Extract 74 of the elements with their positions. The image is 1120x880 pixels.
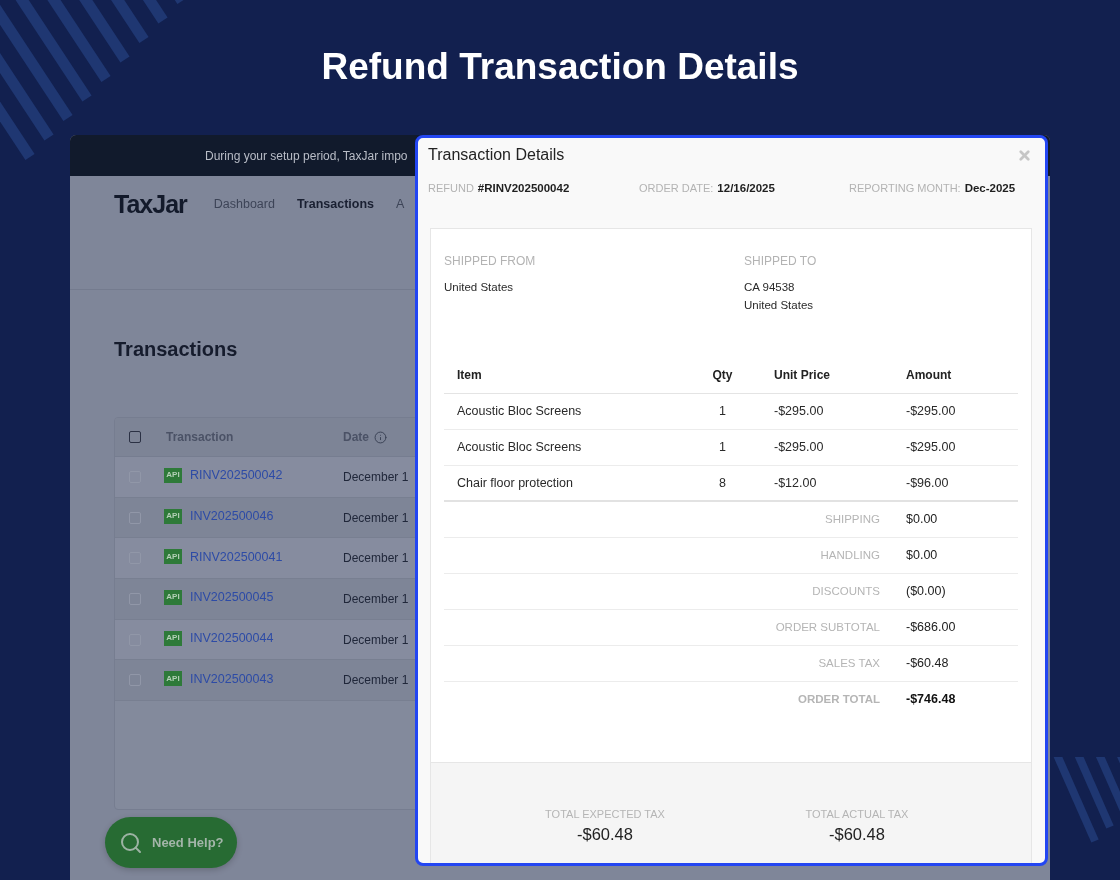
- date-text: December 1: [343, 591, 409, 606]
- column-header: Item: [444, 357, 695, 393]
- table-cell: -$295.00: [750, 429, 882, 465]
- meta-label: REPORTING MONTH:: [849, 181, 961, 195]
- table-cell: -$96.00: [882, 465, 1018, 501]
- table-cell: 1: [695, 393, 750, 429]
- close-icon: [1017, 147, 1032, 163]
- table-cell: 1: [695, 429, 750, 465]
- table-cell: -$295.00: [750, 393, 882, 429]
- page-heading: Transactions: [114, 337, 238, 361]
- meta-value: #RINV202500042: [477, 181, 570, 195]
- total-label: TOTAL EXPECTED TAX: [545, 807, 665, 821]
- table-cell: -$295.00: [882, 393, 1018, 429]
- summary-value: ($0.00): [882, 573, 1018, 609]
- meta-label: REFUND: [428, 181, 474, 195]
- total-value: -$60.48: [577, 824, 633, 845]
- summary-value: -$60.48: [882, 645, 1018, 681]
- transaction-link[interactable]: RINV202500041: [190, 549, 283, 564]
- table-cell: 8: [695, 465, 750, 501]
- transaction-link[interactable]: RINV202500042: [190, 468, 283, 483]
- address-label: SHIPPED TO: [744, 254, 817, 268]
- need-help-button[interactable]: Need Help?: [105, 817, 237, 868]
- address-line: United States: [444, 280, 514, 295]
- summary-value: -$746.48: [882, 681, 1018, 717]
- address-label: SHIPPED FROM: [444, 254, 536, 268]
- page-title: Refund Transaction Details: [321, 44, 799, 89]
- source-badge: API: [164, 508, 182, 524]
- summary-value: $0.00: [882, 537, 1018, 573]
- column-header: Amount: [882, 357, 1018, 393]
- address-line: CA 94538: [744, 280, 795, 295]
- meta-value: Dec-2025: [964, 181, 1016, 195]
- select-all-checkbox[interactable]: [129, 431, 141, 443]
- summary-label: DISCOUNTS: [444, 573, 882, 609]
- address-line: United States: [744, 298, 814, 313]
- source-badge: API: [164, 467, 182, 483]
- table-cell: Acoustic Bloc Screens: [444, 429, 695, 465]
- total-label: TOTAL ACTUAL TAX: [805, 807, 909, 821]
- date-text: December 1: [343, 510, 409, 525]
- meta-value: 12/16/2025: [717, 181, 775, 195]
- summary-label: SHIPPING: [444, 501, 882, 537]
- table-cell: -$12.00: [750, 465, 882, 501]
- close-button[interactable]: [1017, 147, 1032, 163]
- info-icon: [374, 430, 387, 444]
- transaction-link[interactable]: INV202500043: [190, 671, 274, 686]
- summary-label: ORDER TOTAL: [444, 681, 882, 717]
- summary-label: HANDLING: [444, 537, 882, 573]
- date-text: December 1: [343, 551, 409, 566]
- source-badge: API: [164, 589, 182, 605]
- brand-logo: TaxJar: [114, 189, 187, 219]
- date-text: December 1: [343, 673, 409, 688]
- summary-label: SALES TAX: [444, 645, 882, 681]
- table-cell: Acoustic Bloc Screens: [444, 393, 695, 429]
- nav-link[interactable]: Dashboard: [213, 197, 275, 211]
- source-badge: API: [164, 671, 182, 687]
- nav-link[interactable]: A: [396, 197, 405, 211]
- table-cell: Chair floor protection: [444, 465, 695, 501]
- column-header: Unit Price: [750, 357, 882, 393]
- summary-label: ORDER SUBTOTAL: [444, 609, 882, 645]
- column-header: Qty: [695, 357, 750, 393]
- source-badge: API: [164, 549, 182, 565]
- search-icon: [119, 830, 143, 855]
- date-text: December 1: [343, 632, 409, 647]
- date-text: December 1: [343, 469, 409, 484]
- total-value: -$60.48: [829, 824, 885, 845]
- transaction-link[interactable]: INV202500045: [190, 590, 274, 605]
- transaction-link[interactable]: INV202500046: [190, 509, 274, 524]
- summary-value: $0.00: [882, 501, 1018, 537]
- nav-link[interactable]: Transactions: [296, 197, 375, 211]
- transaction-link[interactable]: INV202500044: [190, 631, 274, 646]
- meta-label: ORDER DATE:: [639, 181, 714, 195]
- source-badge: API: [164, 630, 182, 646]
- table-cell: -$295.00: [882, 429, 1018, 465]
- summary-value: -$686.00: [882, 609, 1018, 645]
- modal-title: Transaction Details: [428, 145, 565, 165]
